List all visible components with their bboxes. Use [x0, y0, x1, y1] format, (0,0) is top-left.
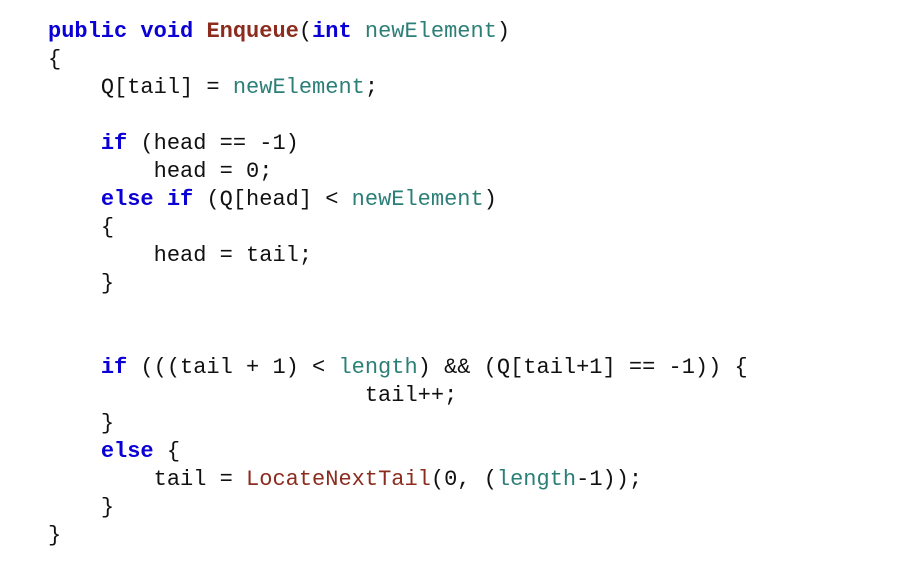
- keyword-int: int: [312, 19, 352, 44]
- stmt-tail-inc: tail++;: [365, 383, 457, 408]
- call-args-b: -1));: [576, 467, 642, 492]
- var-length-1: length: [338, 355, 417, 380]
- keyword-if-3: if: [101, 355, 127, 380]
- var-length-2: length: [497, 467, 576, 492]
- stmt-tail-assign-a: tail =: [154, 467, 246, 492]
- keyword-void: void: [140, 19, 193, 44]
- keyword-else-1: else: [101, 187, 154, 212]
- cond-1: (head == -1): [127, 131, 299, 156]
- code-block: public void Enqueue(int newElement) { Q[…: [0, 0, 918, 550]
- brace-close-4: }: [101, 495, 114, 520]
- brace-close-2: }: [101, 271, 114, 296]
- brace-close-5: }: [48, 523, 61, 548]
- else-open: {: [154, 439, 180, 464]
- cond-3b: ) && (Q[tail+1] == -1)) {: [418, 355, 748, 380]
- brace-close-3: }: [101, 411, 114, 436]
- keyword-else-2: else: [101, 439, 154, 464]
- cond-3a: (((tail + 1) <: [127, 355, 338, 380]
- call-args-a: (0, (: [431, 467, 497, 492]
- brace-open-2: {: [101, 215, 114, 240]
- keyword-if-2: if: [167, 187, 193, 212]
- brace-open-1: {: [48, 47, 61, 72]
- semicolon-1: ;: [365, 75, 378, 100]
- stmt-head-tail: head = tail;: [154, 243, 312, 268]
- stmt-assign-q: Q[tail] =: [101, 75, 233, 100]
- call-locatenexttail: LocateNextTail: [246, 467, 431, 492]
- param-name: newElement: [365, 19, 497, 44]
- cond-2c: ): [484, 187, 497, 212]
- method-name: Enqueue: [206, 19, 298, 44]
- cond-2a: (Q[head] <: [193, 187, 351, 212]
- stmt-head-zero: head = 0;: [154, 159, 273, 184]
- keyword-public: public: [48, 19, 127, 44]
- var-newelement-1: newElement: [233, 75, 365, 100]
- keyword-if-1: if: [101, 131, 127, 156]
- var-newelement-2: newElement: [352, 187, 484, 212]
